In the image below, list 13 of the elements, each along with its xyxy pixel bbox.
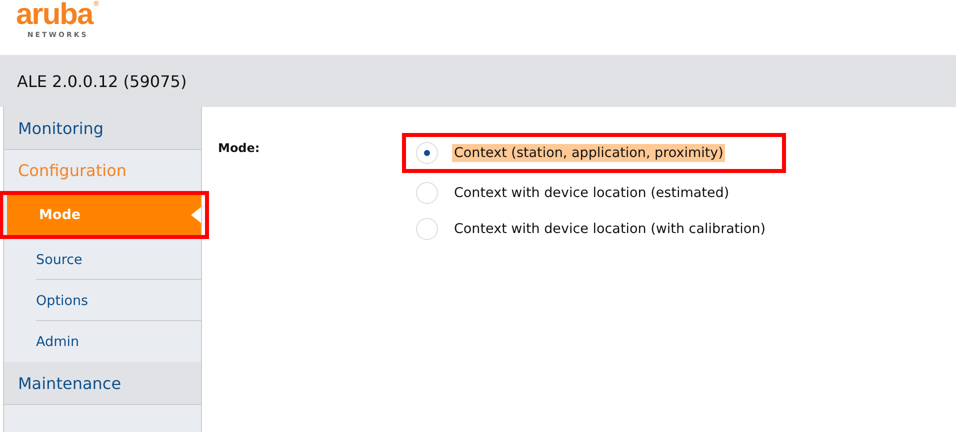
version-title: ALE 2.0.0.12 (59075) [17, 72, 187, 90]
sidebar-section[interactable]: Monitoring [4, 107, 201, 150]
option-label: Context with device location (estimated) [453, 184, 730, 202]
sidebar-section[interactable]: Maintenance [4, 362, 201, 405]
sidebar-item[interactable]: Options [36, 280, 201, 321]
radio-button[interactable] [416, 218, 438, 240]
radio-button[interactable] [416, 182, 438, 204]
option-label: Context with device location (with calibration) [453, 220, 767, 238]
sidebar-item[interactable]: Admin [4, 321, 201, 362]
radio-button[interactable] [416, 142, 438, 164]
option-label: Context (station, application, proximity) [452, 144, 726, 162]
field-label: Mode: [218, 141, 261, 157]
sidebar-item[interactable]: Source [36, 239, 201, 280]
